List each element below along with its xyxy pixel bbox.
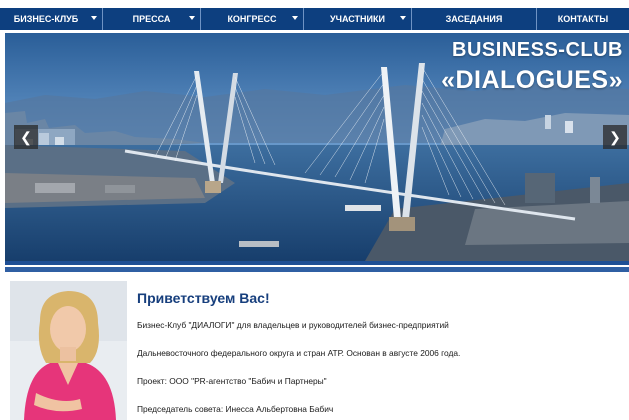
welcome-heading: Приветствуем Вас! [137,290,270,306]
nav-item-press[interactable]: ПРЕССА [103,8,201,30]
nav-label: БИЗНЕС-КЛУБ [13,14,79,24]
nav-label: КОНТАКТЫ [557,14,609,24]
chairwoman-photo [10,281,127,420]
nav-item-meetings[interactable]: ЗАСЕДАНИЯ [412,8,537,30]
chevron-down-icon [292,16,298,20]
nav-item-participants[interactable]: УЧАСТНИКИ [304,8,412,30]
hero-slider: BUSINESS-CLUB «DIALOGUES» ❮ ❯ [5,33,629,261]
chevron-down-icon [91,16,97,20]
nav-label: ПРЕССА [132,14,171,24]
main-nav: БИЗНЕС-КЛУБ ПРЕССА КОНГРЕСС УЧАСТНИКИ ЗА… [0,8,629,30]
nav-label: УЧАСТНИКИ [330,14,385,24]
intro-line-1: Бизнес-Клуб "ДИАЛОГИ" для владельцев и р… [137,320,449,330]
chevron-left-icon[interactable]: ❮ [14,125,38,149]
banner-title-line2: «DIALOGUES» [441,66,623,94]
chevron-right-icon[interactable]: ❯ [603,125,627,149]
nav-item-contacts[interactable]: КОНТАКТЫ [537,8,629,30]
nav-item-business-club[interactable]: БИЗНЕС-КЛУБ [0,8,103,30]
chevron-down-icon [189,16,195,20]
banner-title-line1: BUSINESS-CLUB [452,39,623,61]
intro-line-2: Дальневосточного федерального округа и с… [137,348,461,358]
project-line: Проект: ООО "PR-агентство "Бабич и Партн… [137,376,327,386]
chairman-line: Председатель совета: Инесса Альбертовна … [137,404,334,414]
nav-label: КОНГРЕСС [227,14,277,24]
divider [5,261,629,265]
nav-label: ЗАСЕДАНИЯ [445,14,503,24]
chevron-down-icon [400,16,406,20]
banner-title: BUSINESS-CLUB «DIALOGUES» [441,39,623,95]
divider [5,267,629,272]
nav-item-congress[interactable]: КОНГРЕСС [201,8,304,30]
